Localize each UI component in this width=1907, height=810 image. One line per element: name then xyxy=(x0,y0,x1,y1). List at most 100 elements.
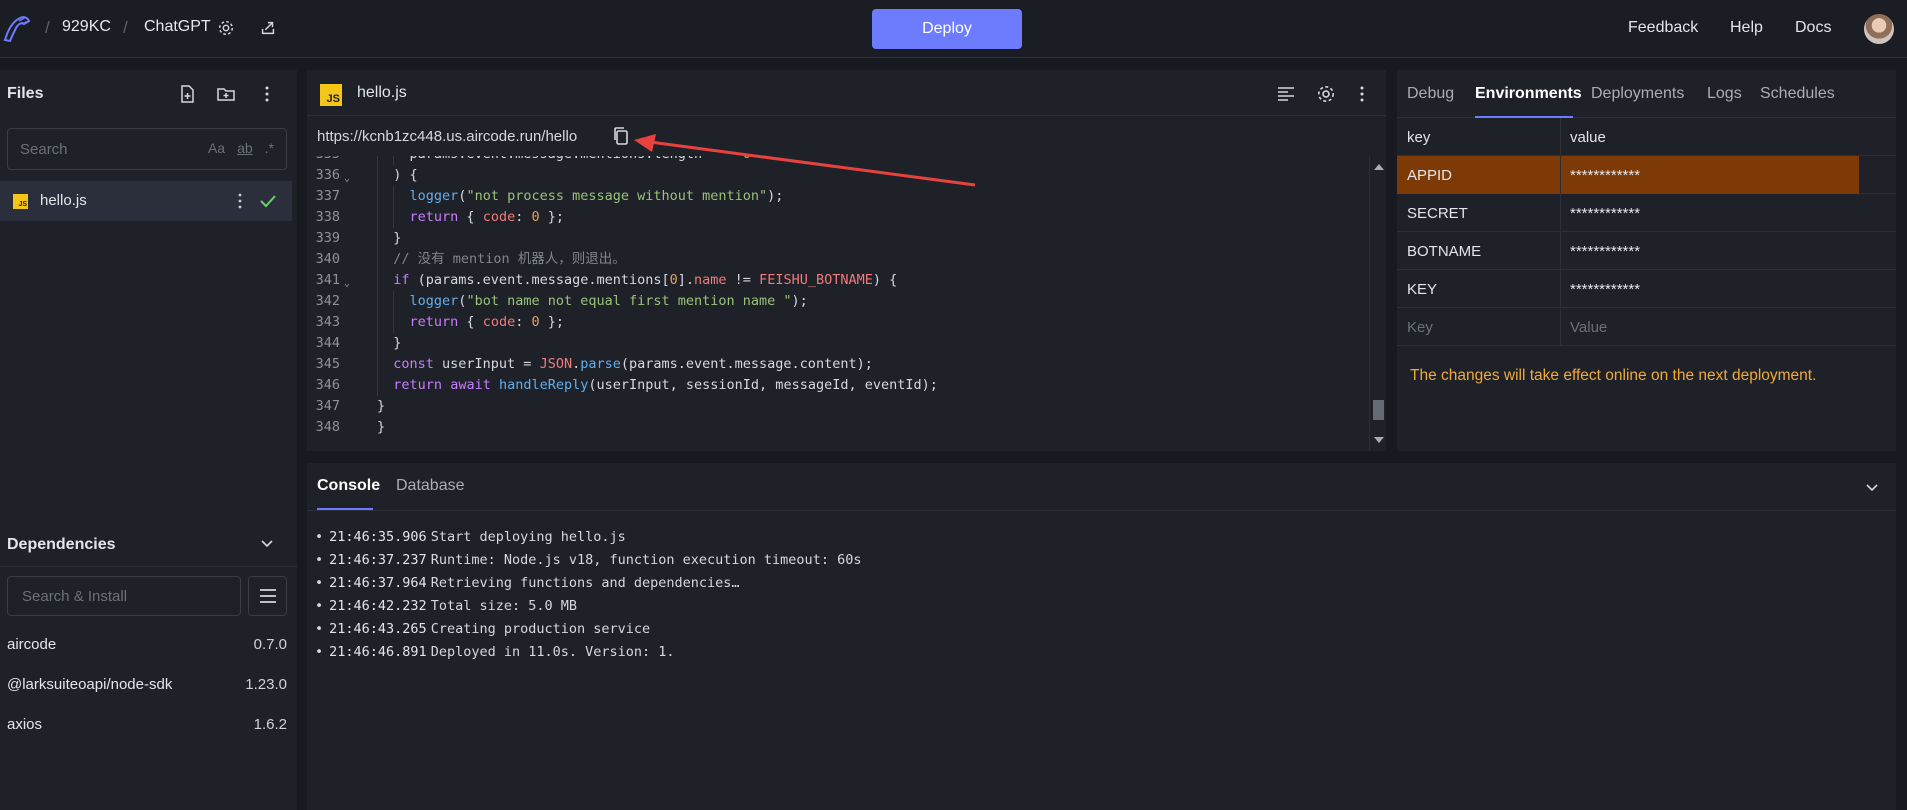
docs-link[interactable]: Docs xyxy=(1795,19,1831,37)
regex-toggle[interactable]: .* xyxy=(265,140,274,156)
file-more-icon[interactable] xyxy=(232,192,248,210)
code-line[interactable]: 348} xyxy=(307,417,1369,438)
code-line[interactable]: 340 // 没有 mention 机器人，则退出。 xyxy=(307,249,1369,270)
env-row-botname[interactable]: BOTNAME ************ xyxy=(1397,232,1896,270)
app-settings-gear-icon[interactable] xyxy=(217,19,235,37)
divider xyxy=(307,510,1896,511)
tab-schedules[interactable]: Schedules xyxy=(1760,85,1835,103)
log-message: Creating production service xyxy=(430,621,651,637)
js-file-icon: JS xyxy=(320,84,342,106)
code-line[interactable]: 346 return await handleReply(userInput, … xyxy=(307,375,1369,396)
code-line[interactable]: 344 } xyxy=(307,333,1369,354)
code-content[interactable]: 335 params.event.message.mentions.length… xyxy=(307,156,1369,451)
files-search-input[interactable]: Search Aa ab .* xyxy=(7,128,287,170)
console-log-entry: • 21:46:43.265 Creating production service xyxy=(315,621,650,637)
editor-header: JS hello.js xyxy=(307,70,1386,116)
dependency-search-input[interactable]: Search & Install xyxy=(7,576,241,616)
console-log-entry: • 21:46:37.237 Runtime: Node.js v18, funct… xyxy=(315,552,861,568)
new-key-input[interactable]: Key xyxy=(1407,319,1433,336)
scroll-thumb[interactable] xyxy=(1373,400,1384,420)
code-line[interactable]: 341 ⌄ if (params.event.message.mentions[0… xyxy=(307,270,1369,291)
env-key[interactable]: APPID xyxy=(1407,167,1452,184)
code-line[interactable]: 345 const userInput = JSON.parse(params.… xyxy=(307,354,1369,375)
tab-environments[interactable]: Environments xyxy=(1475,85,1582,103)
column-value: value xyxy=(1570,129,1606,146)
editor-scrollbar[interactable] xyxy=(1369,156,1386,451)
deploy-button[interactable]: Deploy xyxy=(872,9,1022,49)
new-file-icon[interactable] xyxy=(177,84,197,104)
deployed-check-icon xyxy=(260,195,276,208)
code-line[interactable]: 347} xyxy=(307,396,1369,417)
env-value[interactable]: ************ xyxy=(1570,243,1640,260)
log-message: Retrieving functions and dependencies… xyxy=(430,575,740,591)
help-link[interactable]: Help xyxy=(1730,19,1763,37)
files-more-icon[interactable] xyxy=(257,84,277,104)
code-text: if (params.event.message.mentions[0].nam… xyxy=(393,272,898,288)
line-number: 339 xyxy=(315,230,340,246)
breadcrumb-separator: / xyxy=(45,18,50,37)
dependency-item[interactable]: @larksuiteoapi/node-sdk 1.23.0 xyxy=(7,676,287,693)
dependency-item[interactable]: axios 1.6.2 xyxy=(7,716,287,733)
tab-logs[interactable]: Logs xyxy=(1707,85,1742,103)
line-number: 347 xyxy=(315,398,340,414)
log-timestamp: 21:46:46.891 xyxy=(329,644,427,660)
tab-debug[interactable]: Debug xyxy=(1407,85,1454,103)
env-row-secret[interactable]: SECRET ************ xyxy=(1397,194,1896,232)
feedback-link[interactable]: Feedback xyxy=(1628,19,1698,37)
line-number: 345 xyxy=(315,356,340,372)
right-tabs: Debug Environments Deployments Logs Sche… xyxy=(1397,70,1896,118)
console-log-entry: • 21:46:35.906 Start deploying hello.js xyxy=(315,529,626,545)
tab-deployments[interactable]: Deployments xyxy=(1591,85,1684,103)
share-icon[interactable] xyxy=(259,19,277,37)
code-line[interactable]: 343 return { code: 0 }; xyxy=(307,312,1369,333)
code-text: const userInput = JSON.parse(params.even… xyxy=(393,356,873,372)
env-key[interactable]: KEY xyxy=(1407,281,1437,298)
code-line[interactable]: 335 params.event.message.mentions.length… xyxy=(307,156,1369,165)
log-bullet: • xyxy=(315,575,324,591)
breadcrumb-app[interactable]: ChatGPT xyxy=(144,18,211,36)
chevron-down-icon[interactable] xyxy=(1865,480,1879,494)
env-key[interactable]: BOTNAME xyxy=(1407,243,1481,260)
tab-database[interactable]: Database xyxy=(396,477,465,495)
dependency-name: aircode xyxy=(7,636,57,653)
dependency-item[interactable]: aircode 0.7.0 xyxy=(7,636,287,653)
code-text: return await handleReply(userInput, sess… xyxy=(393,377,938,393)
env-row-appid[interactable]: APPID ************ xyxy=(1397,156,1896,194)
env-row-key[interactable]: KEY ************ xyxy=(1397,270,1896,308)
format-align-icon[interactable] xyxy=(1276,84,1296,104)
line-number: 348 xyxy=(315,419,340,435)
breadcrumb-team[interactable]: 929KC xyxy=(62,18,111,36)
line-number: 343 xyxy=(315,314,340,330)
env-value[interactable]: ************ xyxy=(1570,167,1640,184)
env-value[interactable]: ************ xyxy=(1570,281,1640,298)
code-line[interactable]: 336 ⌄ ) { xyxy=(307,165,1369,186)
editor-more-icon[interactable] xyxy=(1352,84,1372,104)
new-value-input[interactable]: Value xyxy=(1570,319,1607,336)
scroll-up-arrow[interactable] xyxy=(1374,164,1384,170)
editor-settings-gear-icon[interactable] xyxy=(1316,84,1336,104)
code-text: // 没有 mention 机器人，则退出。 xyxy=(393,251,626,267)
chevron-down-icon[interactable] xyxy=(260,536,274,550)
function-url[interactable]: https://kcnb1zc448.us.aircode.run/hello xyxy=(317,128,577,145)
env-row-new[interactable]: Key Value xyxy=(1397,308,1896,346)
column-key: key xyxy=(1407,129,1431,146)
aircode-logo-icon[interactable] xyxy=(2,12,32,44)
code-line[interactable]: 338 return { code: 0 }; xyxy=(307,207,1369,228)
code-line[interactable]: 342 logger("bot name not equal first men… xyxy=(307,291,1369,312)
editor-tab-hello-js[interactable]: hello.js xyxy=(357,84,407,102)
tab-console[interactable]: Console xyxy=(317,477,380,495)
new-folder-icon[interactable] xyxy=(216,84,236,104)
copy-url-icon[interactable] xyxy=(612,126,630,146)
env-value[interactable]: ************ xyxy=(1570,205,1640,222)
env-change-notice: The changes will take effect online on t… xyxy=(1410,367,1817,384)
code-line[interactable]: 339 } xyxy=(307,228,1369,249)
top-bar: / 929KC / ChatGPT Deploy Feedback Help D… xyxy=(0,0,1907,58)
dependency-list-button[interactable] xyxy=(248,576,287,616)
file-item-hello-js[interactable]: JS hello.js xyxy=(0,181,292,221)
match-word-toggle[interactable]: ab xyxy=(237,140,253,156)
env-key[interactable]: SECRET xyxy=(1407,205,1468,222)
user-avatar[interactable] xyxy=(1864,14,1894,44)
scroll-down-arrow[interactable] xyxy=(1374,437,1384,443)
match-case-toggle[interactable]: Aa xyxy=(208,140,225,156)
code-line[interactable]: 337 logger("not process message without … xyxy=(307,186,1369,207)
